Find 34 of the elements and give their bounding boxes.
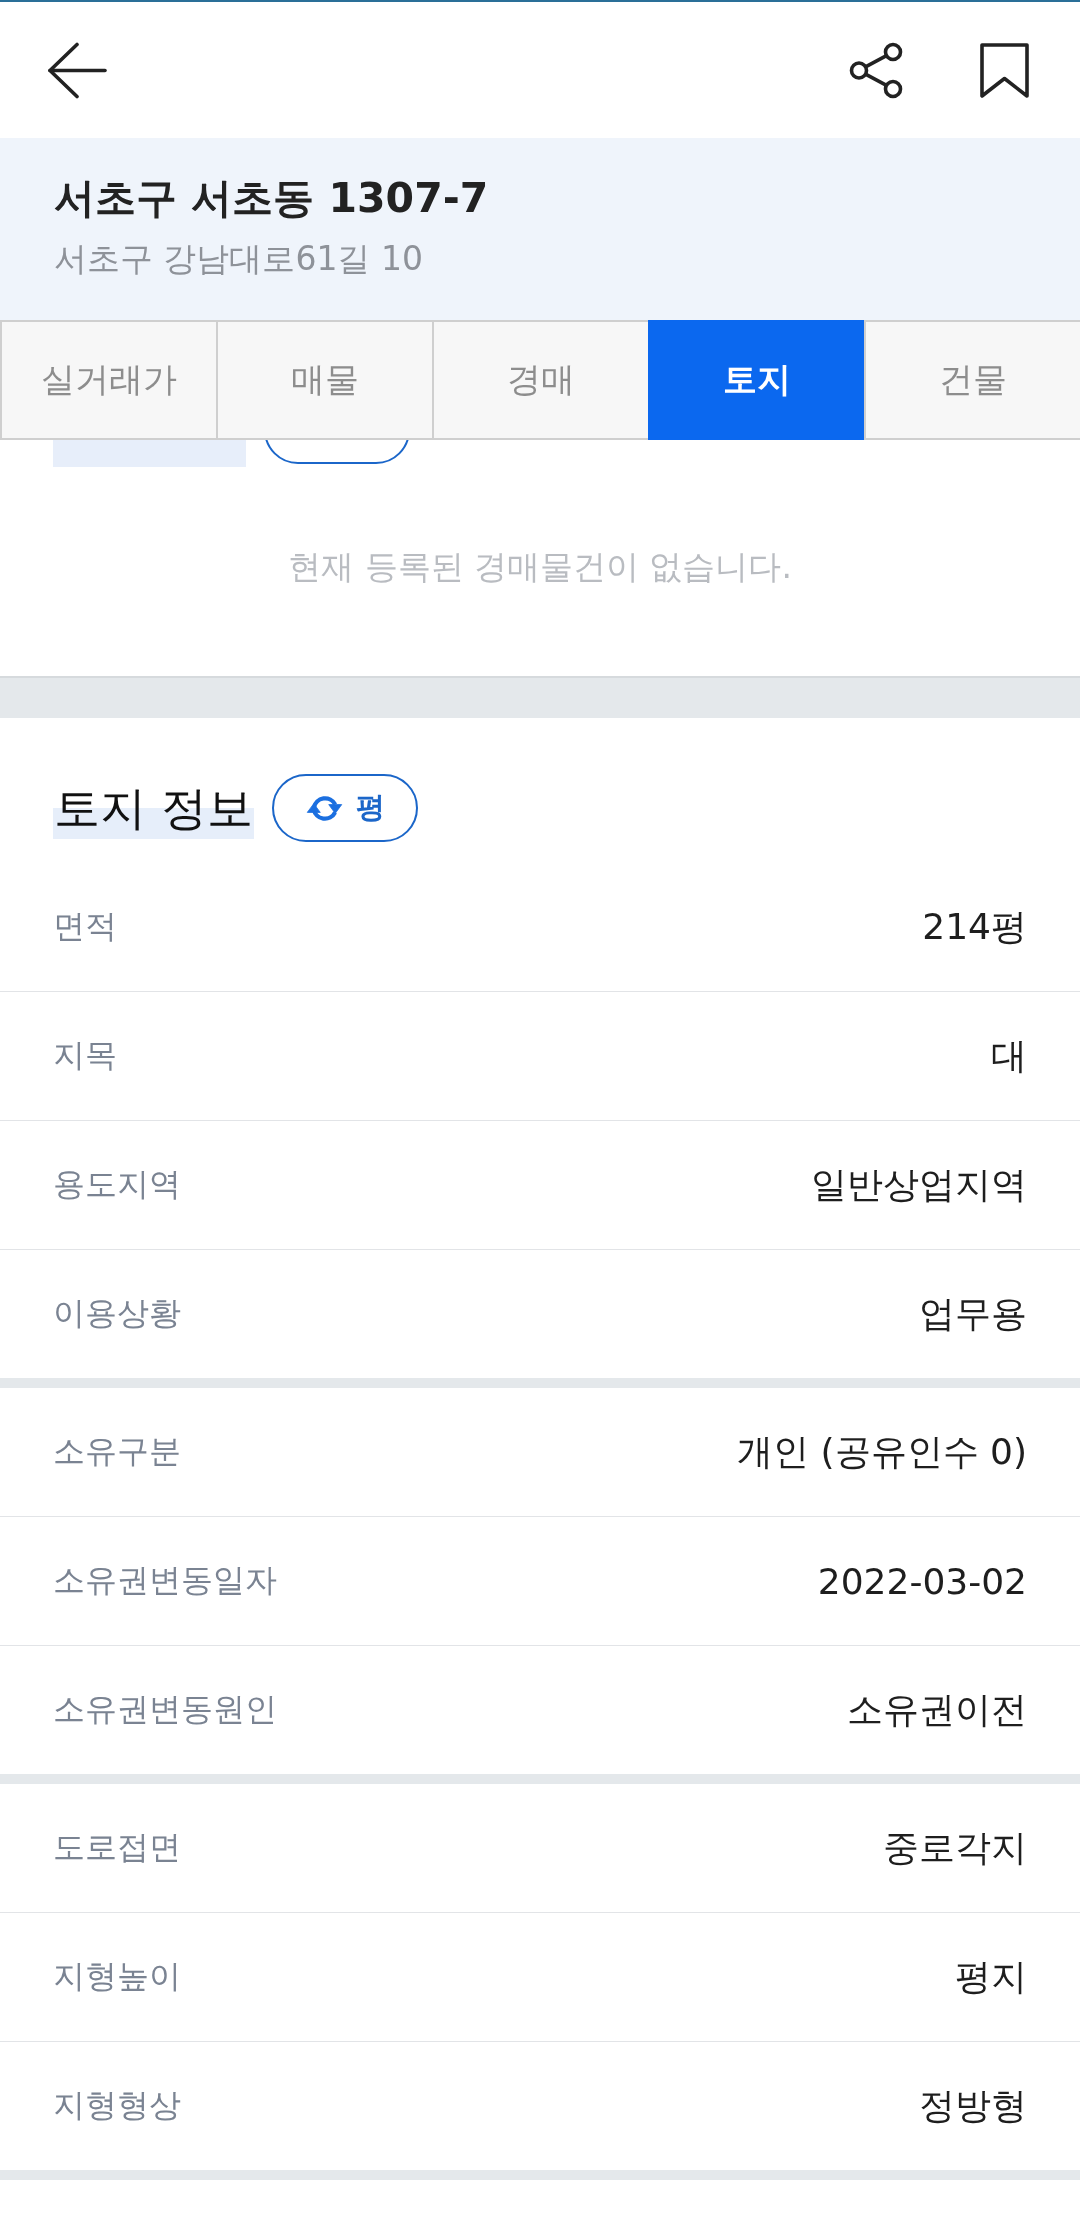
field-label: 이용상황: [53, 1293, 181, 1334]
field-value: 대: [991, 1033, 1027, 1078]
unit-toggle-button[interactable]: 평: [271, 774, 418, 842]
road-address: 서초구 강남대로61길 10: [54, 238, 424, 280]
tab[interactable]: 건물: [864, 320, 1080, 440]
field-value: 2022-03-02: [817, 1560, 1027, 1602]
field-label: 소유권변동일자: [53, 1560, 277, 1601]
tab[interactable]: 매물: [216, 320, 432, 440]
back-button[interactable]: [47, 41, 108, 99]
tab[interactable]: 토지: [648, 320, 864, 440]
field-value: 소유권이전: [847, 1687, 1027, 1732]
field-value: 중로각지: [883, 1825, 1027, 1870]
field-value: 정방형: [919, 2083, 1027, 2128]
tab[interactable]: 실거래가: [0, 320, 216, 440]
field-value: 개인 (공유인수 0): [737, 1429, 1027, 1474]
field-label: 소유권변동원인: [53, 1689, 277, 1730]
field-label: 면적: [53, 906, 117, 947]
field-label: 지형형상: [53, 2085, 181, 2126]
share-button[interactable]: [849, 41, 903, 99]
bookmark-button[interactable]: [979, 41, 1030, 99]
field-value: 평지: [955, 1954, 1027, 1999]
parcel-title: 서초구 서초동 1307-7: [54, 173, 490, 224]
bookmark-icon: [979, 41, 1030, 99]
field-label: 지형높이: [53, 1956, 181, 1997]
field-value: 일반상업지역: [811, 1162, 1027, 1207]
empty-message: 현재 등록된 경매물건이 없습니다.: [288, 546, 792, 588]
field-value: 업무용: [919, 1291, 1027, 1336]
field-label: 지목: [53, 1035, 117, 1076]
field-label: 용도지역: [53, 1164, 181, 1205]
field-label: 소유구분: [53, 1431, 181, 1472]
tab[interactable]: 경매: [432, 320, 648, 440]
share-icon: [849, 41, 903, 99]
field-value: 214평: [922, 904, 1027, 949]
field-label: 도로접면: [53, 1827, 181, 1868]
